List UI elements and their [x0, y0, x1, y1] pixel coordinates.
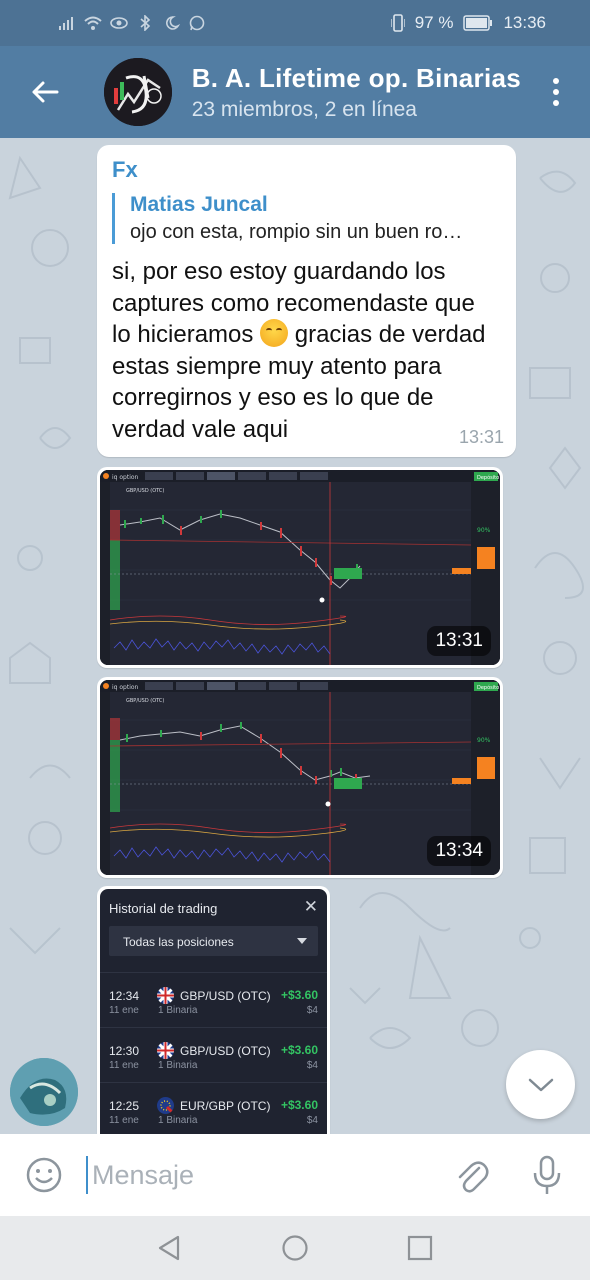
platform-name: iq option: [112, 684, 139, 691]
payout-label: 90%: [477, 737, 491, 744]
reply-quote[interactable]: Matias Juncal ojo con esta, rompio sin u…: [112, 193, 500, 244]
photo-time: 13:34: [427, 836, 491, 866]
uk-flag-icon: [157, 1042, 174, 1059]
status-icons-left: [58, 15, 206, 31]
nav-home-icon[interactable]: [281, 1234, 309, 1262]
trade-date: 11 ene: [109, 1060, 139, 1071]
reply-author: Matias Juncal: [130, 193, 268, 216]
battery-percent: 97 %: [414, 13, 454, 32]
message-sender[interactable]: Fx: [112, 157, 500, 183]
status-bar: 97 % 13:36: [0, 0, 590, 46]
system-nav-bar: [0, 1216, 590, 1280]
arrow-left-icon: [32, 81, 59, 103]
wifi-icon: [84, 16, 102, 30]
photo-time: 13:31: [427, 626, 491, 656]
scroll-to-bottom-button[interactable]: [506, 1050, 575, 1119]
deposit-button: Depósito: [477, 474, 499, 481]
attach-button[interactable]: [455, 1156, 489, 1201]
battery-icon: [463, 15, 493, 31]
trade-type: 1 Binaria: [158, 1060, 198, 1071]
asset-pair-label: GBP/USD (OTC): [126, 698, 164, 704]
platform-name: iq option: [112, 474, 139, 481]
chat-subtitle: 23 miembros, 2 en línea: [191, 97, 417, 121]
paperclip-icon: [458, 1161, 489, 1193]
trade-pair: GBP/USD (OTC): [180, 989, 271, 1003]
group-avatar[interactable]: [103, 58, 172, 126]
voice-message-button[interactable]: [531, 1154, 563, 1201]
sender-avatar-image: [10, 1058, 78, 1126]
deposit-button: Depósito: [477, 684, 499, 691]
message-composer: Mensaje: [0, 1134, 590, 1216]
nav-recents-icon[interactable]: [407, 1234, 433, 1262]
uk-flag-icon: [157, 987, 174, 1004]
payout-label: 90%: [477, 527, 491, 534]
more-vert-icon: [552, 78, 559, 84]
trade-profit: +$3.60: [280, 1043, 318, 1057]
reply-text: ojo con esta, rompio sin un buen ro…: [130, 221, 463, 243]
nav-back-icon[interactable]: [156, 1234, 182, 1262]
trade-time: 12:34: [109, 989, 140, 1003]
moon-icon: [166, 16, 180, 30]
message-bubble[interactable]: Fx Matias Juncal ojo con esta, rompio si…: [97, 145, 516, 457]
smiling-face-emoji-icon: [260, 319, 289, 347]
asset-pair-label: GBP/USD (OTC): [126, 488, 164, 494]
photo-message[interactable]: iq option Depósito 90% GBP/USD (OTC) 13:…: [97, 467, 503, 668]
chevron-down-icon: [297, 938, 307, 944]
trade-type: 1 Binaria: [158, 1115, 198, 1126]
trade-profit: +$3.60: [280, 988, 318, 1002]
trade-time: 12:30: [109, 1044, 140, 1058]
whatsapp-icon: [189, 15, 205, 31]
chat-area[interactable]: Fx Matias Juncal ojo con esta, rompio si…: [0, 138, 590, 1134]
trading-history-screenshot: Historial de trading ✕ Todas las posicio…: [100, 889, 327, 1134]
emoji-button[interactable]: [25, 1156, 63, 1199]
vibrate-icon: [390, 14, 405, 32]
bluetooth-icon: [140, 15, 151, 31]
smile-icon: [26, 1157, 62, 1193]
history-title: Historial de trading: [109, 901, 218, 916]
trade-date: 11 ene: [109, 1115, 139, 1126]
trade-date: 11 ene: [109, 1005, 139, 1016]
group-logo-icon: [103, 58, 172, 126]
trade-row: 12:30 11 ene GBP/USD (OTC) 1 Binaria +$3…: [100, 1027, 327, 1082]
trade-pair: GBP/USD (OTC): [180, 1044, 271, 1058]
trade-type: 1 Binaria: [158, 1005, 198, 1016]
trade-pair: EUR/GBP (OTC): [180, 1099, 271, 1113]
message-text: si, por eso estoy guardando los captures…: [112, 256, 500, 445]
trade-row: 12:25 11 ene EUR/GBP (OTC) 1 Binaria +$3…: [100, 1082, 327, 1134]
photo-message[interactable]: Historial de trading ✕ Todas las posicio…: [97, 886, 330, 1134]
positions-filter: Todas las posiciones: [109, 926, 318, 956]
trade-profit: +$3.60: [280, 1098, 318, 1112]
close-icon: ✕: [303, 897, 318, 916]
more-menu-button[interactable]: [521, 46, 590, 138]
trade-row: 12:34 11 ene GBP/USD (OTC) 1 Binaria +$3…: [100, 972, 327, 1027]
eu-flag-icon: [157, 1097, 174, 1114]
back-button[interactable]: [0, 46, 91, 138]
sender-avatar[interactable]: [10, 1058, 78, 1126]
chat-title: B. A. Lifetime op. Binarias: [191, 62, 521, 93]
chat-title-block[interactable]: B. A. Lifetime op. Binarias 23 miembros,…: [192, 63, 521, 122]
signal-icon: [59, 17, 73, 30]
trade-amount: $4: [306, 1005, 318, 1016]
trade-time: 12:25: [109, 1099, 140, 1113]
message-input[interactable]: Mensaje: [86, 1156, 426, 1194]
trade-amount: $4: [306, 1060, 318, 1071]
photo-message[interactable]: iq option Depósito 90% GBP/USD (OTC) 13:…: [97, 677, 503, 878]
positions-filter-value: Todas las posiciones: [123, 935, 234, 949]
trade-amount: $4: [306, 1115, 318, 1126]
eye-icon: [110, 17, 128, 29]
chevron-down-icon: [528, 1078, 553, 1091]
clock: 13:36: [503, 13, 546, 32]
microphone-icon: [533, 1155, 561, 1194]
chat-header: B. A. Lifetime op. Binarias 23 miembros,…: [0, 46, 590, 138]
message-time: 13:31: [458, 427, 504, 447]
